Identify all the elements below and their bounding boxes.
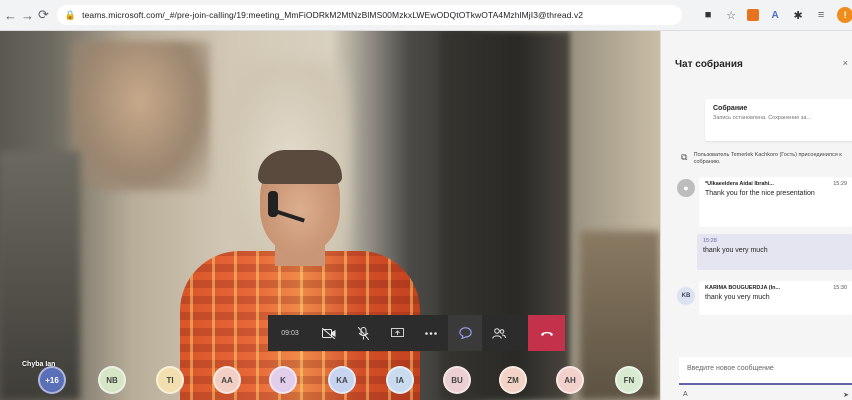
chat-icon[interactable] xyxy=(448,315,482,351)
chat-message[interactable]: *Ulkaeeldera Aidai Ibrahi... 15:29 Thank… xyxy=(699,177,852,227)
share-screen-icon[interactable] xyxy=(380,315,414,351)
forward-icon[interactable]: → xyxy=(21,6,34,24)
message-text: Thank you for the nice presentation xyxy=(705,190,815,197)
compose-placeholder: Введите новое сообщение xyxy=(687,365,774,372)
lock-icon[interactable]: 🔒 xyxy=(65,10,76,21)
url-text[interactable]: teams.microsoft.com/_#/pre-join-calling/… xyxy=(82,10,682,20)
chat-message[interactable]: KARIMA BOUGUERDJA (In... 15:30 thank you… xyxy=(699,281,852,315)
meeting-card[interactable]: Собрание Запись остановлена. Сохранение … xyxy=(705,99,852,141)
compose-toolbar: A ➤ xyxy=(679,389,852,400)
camera-off-icon[interactable] xyxy=(312,315,346,351)
message-time: 15:29 xyxy=(833,181,847,187)
browser-toolbar: ← → ⟳ 🔒 teams.microsoft.com/_#/pre-join-… xyxy=(0,0,852,31)
hang-up-icon xyxy=(540,331,553,336)
participant-avatar[interactable]: FN xyxy=(615,366,643,394)
reload-icon[interactable]: ⟳ xyxy=(38,6,49,24)
message-author: *Ulkaeeldera Aidai Ibrahi... xyxy=(705,181,774,187)
orange-extension-icon[interactable] xyxy=(747,9,760,21)
participants-icon[interactable] xyxy=(482,315,516,351)
participant-avatar[interactable]: ZM xyxy=(499,366,527,394)
chat-message-own[interactable]: 15:28 thank you very much xyxy=(697,234,852,270)
message-text: thank you very much xyxy=(705,294,770,301)
join-icon: ⧉ xyxy=(681,152,688,162)
system-message: ⧉ Пользователь Temerlek Kachkoro (Гость)… xyxy=(681,152,852,166)
more-options-glyph xyxy=(425,331,437,335)
translate-extension-icon[interactable]: A xyxy=(768,8,782,22)
speaker-hair xyxy=(258,150,342,184)
participant-avatar[interactable]: NB xyxy=(98,366,126,394)
chat-title: Чат собрания xyxy=(675,59,743,70)
participant-avatar[interactable]: K xyxy=(269,366,297,394)
camera-off-glyph xyxy=(322,327,336,339)
address-bar[interactable]: 🔒 teams.microsoft.com/_#/pre-join-callin… xyxy=(56,5,683,25)
avatar[interactable]: ● xyxy=(677,179,695,197)
screen-share-extension-icon[interactable]: ■ xyxy=(701,8,715,22)
close-icon[interactable]: × xyxy=(843,58,848,68)
hang-up-button[interactable] xyxy=(528,315,565,351)
call-controls-bar: 09:03 xyxy=(268,315,565,351)
mic-off-glyph xyxy=(357,326,369,340)
message-text: thank you very much xyxy=(703,247,768,254)
participant-avatar[interactable]: KA xyxy=(328,366,356,394)
participant-avatar[interactable]: AH xyxy=(556,366,584,394)
speaker-video xyxy=(180,150,420,400)
more-options-icon[interactable] xyxy=(414,315,448,351)
meeting-card-title: Собрание xyxy=(713,105,748,112)
participant-avatar[interactable]: BU xyxy=(443,366,471,394)
message-time: 15:30 xyxy=(833,285,847,291)
participants-glyph xyxy=(492,327,506,339)
back-icon[interactable]: ← xyxy=(4,6,17,24)
send-icon[interactable]: ➤ xyxy=(843,391,849,399)
profile-avatar-icon[interactable]: ! xyxy=(837,7,852,23)
mic-off-icon[interactable] xyxy=(346,315,380,351)
participant-avatar[interactable]: +16 xyxy=(38,366,66,394)
cast-extension-icon[interactable]: ≡ xyxy=(814,8,828,22)
participant-avatar[interactable]: AA xyxy=(213,366,241,394)
avatar[interactable]: KB xyxy=(677,287,695,305)
message-header: 15:28 xyxy=(703,238,847,244)
chat-panel: Чат собрания × Собрание Запись остановле… xyxy=(660,31,852,400)
compose-message-input[interactable]: Введите новое сообщение xyxy=(679,357,852,385)
participant-avatar[interactable]: IA xyxy=(386,366,414,394)
bookmark-star-icon[interactable]: ☆ xyxy=(724,8,738,22)
message-header: KARIMA BOUGUERDJA (In... 15:30 xyxy=(705,285,847,291)
call-duration: 09:03 xyxy=(281,329,299,337)
participant-avatar[interactable]: TI xyxy=(156,366,184,394)
puzzle-extension-icon[interactable]: ✱ xyxy=(791,8,805,22)
extensions-area: ■ ☆ A ✱ ≡ ! xyxy=(692,7,852,23)
meeting-card-subtitle: Запись остановлена. Сохранение за... xyxy=(713,115,812,121)
chat-glyph xyxy=(458,327,472,339)
message-time: 15:28 xyxy=(703,238,717,244)
system-message-text: Пользователь Temerlek Kachkoro (Гость) п… xyxy=(693,152,842,165)
format-icon[interactable]: A xyxy=(683,391,688,398)
message-author: KARIMA BOUGUERDJA (In... xyxy=(705,285,781,291)
main-video: Chyba Ian 09:03 +16 NB TI AA K KA IA BU ZM AH FN xyxy=(0,31,660,400)
share-screen-glyph xyxy=(390,328,404,337)
message-header: *Ulkaeeldera Aidai Ibrahi... 15:29 xyxy=(705,181,847,187)
